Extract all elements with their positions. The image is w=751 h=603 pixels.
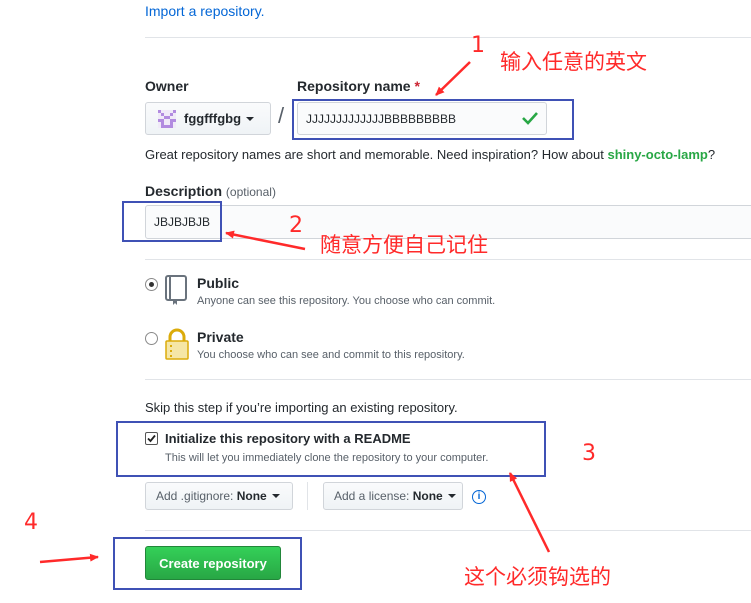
arrow-3 bbox=[508, 472, 551, 553]
arrow-4 bbox=[39, 553, 99, 564]
arrow-1 bbox=[435, 61, 471, 96]
annotation-arrows bbox=[39, 61, 551, 564]
arrow-2 bbox=[225, 230, 306, 251]
